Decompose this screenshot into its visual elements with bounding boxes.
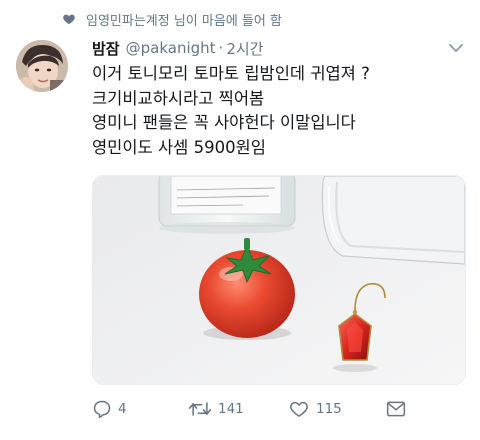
retweet-button[interactable]: 141	[188, 398, 244, 420]
like-button[interactable]: 115	[288, 398, 342, 420]
reply-count: 4	[118, 401, 127, 417]
avatar-image	[16, 40, 68, 92]
handle[interactable]: @pakanight	[126, 39, 216, 57]
display-name[interactable]: 밤잠	[92, 38, 120, 59]
retweet-icon	[188, 402, 212, 416]
envelope-icon	[386, 401, 406, 417]
like-count: 115	[316, 401, 342, 417]
tweet-line: 영민이도 사셈 5900원임	[92, 137, 266, 157]
heart-icon	[63, 14, 75, 25]
tweet-line: 이거 토니모리 토마토 립밤인데 귀엽져 ?	[92, 64, 370, 83]
tweet-text: 이거 토니모리 토마토 립밤인데 귀엽져 ? 크기비교하시라고 찍어봄 영미니 …	[92, 62, 466, 160]
tweet-photo[interactable]	[92, 175, 466, 385]
avatar[interactable]	[16, 40, 68, 92]
tweet-actions: 4 141 115	[92, 398, 464, 420]
separator: ·	[218, 39, 224, 57]
direct-message-button[interactable]	[386, 398, 412, 420]
tweet-line: 영미니 팬들은 꼭 사야헌다 이말입니다	[92, 113, 356, 132]
glass-dish	[321, 176, 465, 265]
photo-image	[93, 176, 465, 384]
heart-outline-icon	[290, 401, 308, 417]
social-context-text: 임영민파는계정 님이 마음에 들어 함	[86, 13, 282, 29]
chevron-down-icon[interactable]	[448, 40, 464, 56]
perfume-bottle	[158, 176, 296, 234]
tweet-header: 밤잠 @pakanight · 2시간	[92, 36, 464, 60]
retweet-count: 141	[218, 401, 244, 417]
timestamp[interactable]: 2시간	[226, 38, 263, 59]
tweet-line: 크기비교하시라고 찍어봄	[92, 88, 265, 108]
social-context[interactable]: 임영민파는계정 님이 마음에 들어 함	[62, 8, 282, 30]
reply-icon	[93, 400, 111, 419]
reply-button[interactable]: 4	[92, 398, 127, 420]
